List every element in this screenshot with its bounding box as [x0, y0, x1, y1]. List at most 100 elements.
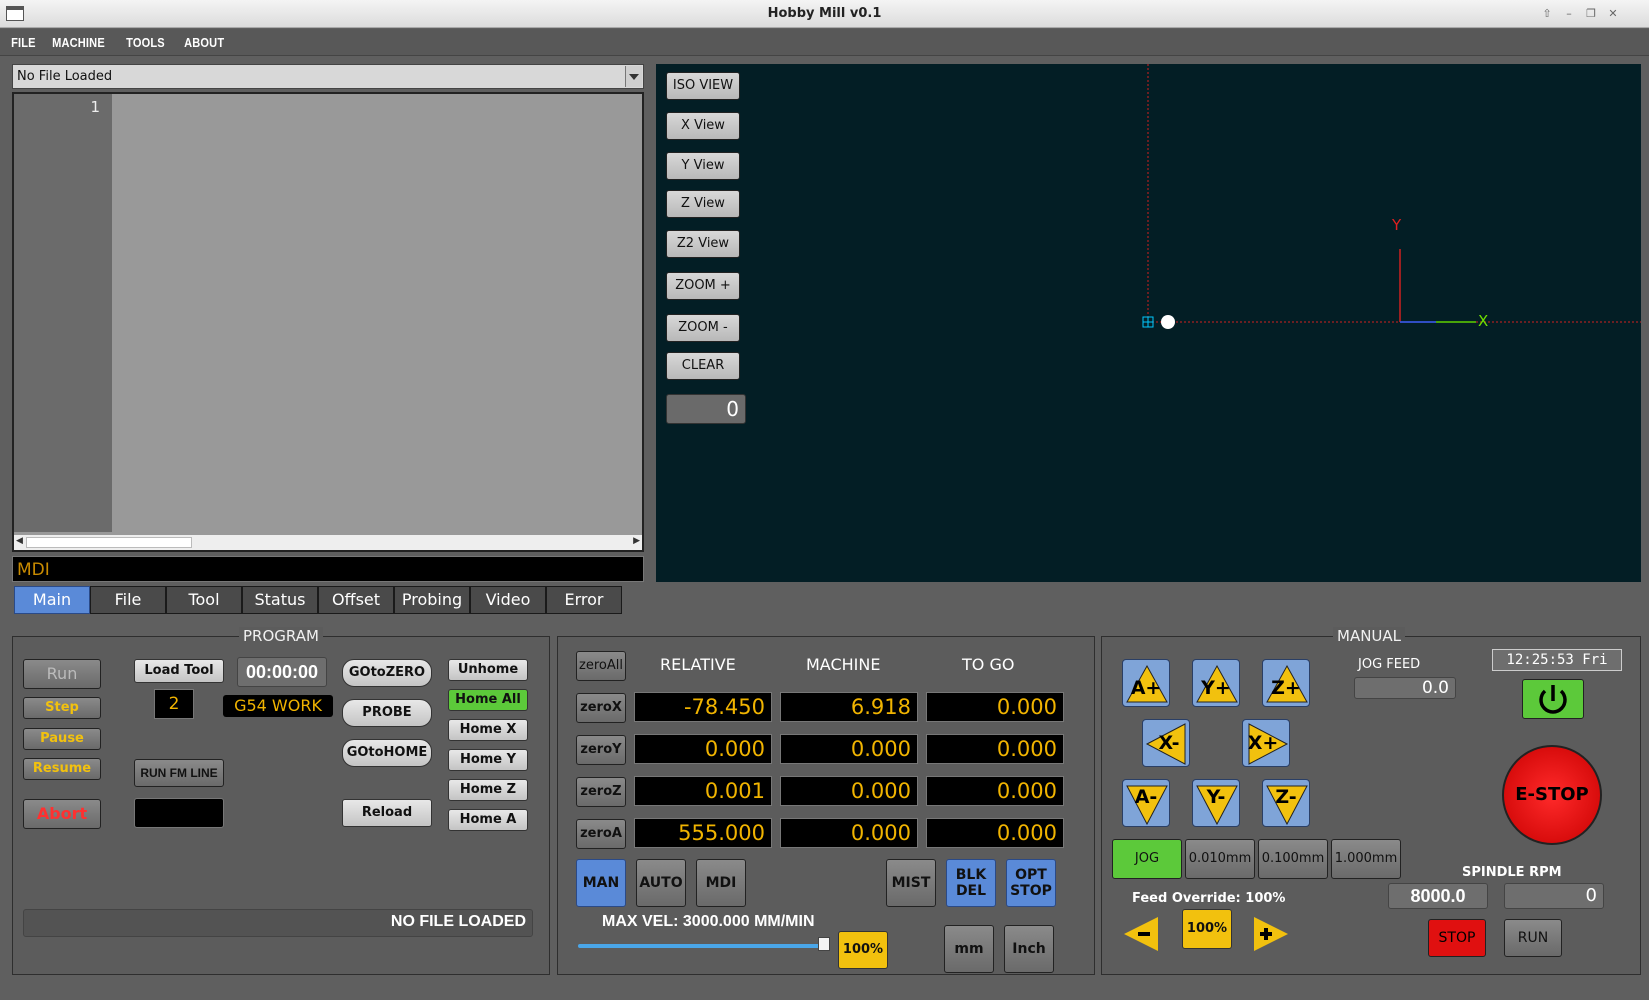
jog-y-plus-button[interactable]: Y+	[1192, 659, 1240, 707]
run-button[interactable]: Run	[23, 659, 101, 689]
block-delete-button[interactable]: BLK DEL	[946, 859, 996, 907]
chevron-down-icon[interactable]	[625, 66, 642, 87]
maximize-icon[interactable]: ❐	[1584, 7, 1598, 21]
home-x-button[interactable]: Home X	[448, 719, 528, 741]
dro-panel: zeroAll RELATIVE MACHINE TO GO zeroX -78…	[557, 636, 1095, 975]
jog-mode-button[interactable]: JOG	[1112, 839, 1182, 879]
increment-0010-button[interactable]: 0.010mm	[1185, 839, 1255, 879]
home-all-button[interactable]: Home All	[448, 689, 528, 711]
spindle-stop-button[interactable]: STOP	[1428, 919, 1486, 957]
abort-button[interactable]: Abort	[23, 799, 101, 829]
home-z-button[interactable]: Home Z	[448, 779, 528, 801]
scroll-right-icon[interactable]: ▶	[633, 536, 640, 546]
shade-icon[interactable]: ⇧	[1540, 7, 1554, 21]
feed-reset-button[interactable]: 100%	[1182, 909, 1232, 949]
scrollbar-thumb[interactable]	[26, 537, 192, 548]
togo-y: 0.000	[926, 734, 1064, 764]
jog-a-minus-label: A-	[1134, 786, 1158, 808]
goto-home-button[interactable]: GOtoHOME	[342, 739, 432, 767]
increment-1000-button[interactable]: 1.000mm	[1331, 839, 1401, 879]
zero-y-button[interactable]: zeroY	[576, 735, 626, 765]
inch-button[interactable]: Inch	[1004, 925, 1054, 973]
increment-0100-button[interactable]: 0.100mm	[1258, 839, 1328, 879]
power-icon	[1539, 685, 1567, 714]
load-tool-button[interactable]: Load Tool	[134, 659, 224, 683]
menu-file[interactable]: FILE	[6, 29, 41, 50]
mdi-input[interactable]: MDI	[12, 556, 644, 582]
jog-z-plus-button[interactable]: Z+	[1262, 659, 1310, 707]
tab-probing[interactable]: Probing	[394, 586, 470, 614]
machine-z: 0.000	[780, 776, 918, 806]
max-velocity-label: MAX VEL: 3000.000 MM/MIN	[602, 913, 815, 930]
to-go-header: TO GO	[962, 655, 1015, 674]
program-status: NO FILE LOADED	[23, 909, 533, 937]
mode-mdi-button[interactable]: MDI	[696, 859, 746, 907]
togo-x: 0.000	[926, 692, 1064, 722]
program-panel: PROGRAM Run Step Pause Resume Abort Load…	[12, 627, 550, 975]
zero-all-button[interactable]: zeroAll	[576, 651, 626, 681]
minimize-icon[interactable]: –	[1562, 7, 1576, 21]
goto-zero-button[interactable]: GOtoZERO	[342, 659, 432, 687]
jog-x-minus-label: X-	[1158, 732, 1180, 754]
jog-a-plus-button[interactable]: A+	[1122, 659, 1170, 707]
mode-man-button[interactable]: MAN	[576, 859, 626, 907]
line-gutter: 1	[14, 94, 112, 532]
jog-x-plus-button[interactable]: X+	[1242, 719, 1290, 767]
mist-button[interactable]: MIST	[886, 859, 936, 907]
run-from-line-button[interactable]: RUN FM LINE	[134, 759, 224, 787]
jog-x-minus-button[interactable]: X-	[1142, 719, 1190, 767]
mode-auto-button[interactable]: AUTO	[636, 859, 686, 907]
optional-stop-button[interactable]: OPT STOP	[1006, 859, 1056, 907]
zero-z-button[interactable]: zeroZ	[576, 777, 626, 807]
tab-file[interactable]: File	[90, 586, 166, 614]
stop-label: STOP	[1010, 883, 1052, 899]
home-y-button[interactable]: Home Y	[448, 749, 528, 771]
spindle-set-rpm[interactable]: 8000.0	[1388, 883, 1488, 909]
tool-number: 2	[154, 689, 194, 719]
gcode-editor[interactable]: 1 ◀ ▶	[12, 92, 644, 552]
menu-tools[interactable]: TOOLS	[121, 29, 170, 50]
toolpath-view[interactable]: ISO VIEW X View Y View Z View Z2 View ZO…	[656, 64, 1641, 582]
close-icon[interactable]: ✕	[1606, 7, 1620, 21]
zero-a-button[interactable]: zeroA	[576, 819, 626, 849]
estop-button[interactable]: E-STOP	[1502, 745, 1602, 845]
jog-z-minus-label: Z-	[1275, 786, 1297, 808]
machine-x: 6.918	[780, 692, 918, 722]
mm-button[interactable]: mm	[944, 925, 994, 973]
probe-button[interactable]: PROBE	[342, 699, 432, 727]
jog-z-minus-button[interactable]: Z-	[1262, 779, 1310, 827]
feed-increase-button[interactable]	[1252, 915, 1290, 953]
relative-z: 0.001	[634, 776, 772, 806]
home-a-button[interactable]: Home A	[448, 809, 528, 831]
jog-y-minus-button[interactable]: Y-	[1192, 779, 1240, 827]
zero-x-button[interactable]: zeroX	[576, 693, 626, 723]
slider-handle[interactable]	[818, 937, 830, 951]
max-velocity-reset-button[interactable]: 100%	[838, 931, 888, 969]
machine-power-button[interactable]	[1522, 679, 1584, 719]
tab-main[interactable]: Main	[14, 586, 90, 614]
tab-tool[interactable]: Tool	[166, 586, 242, 614]
scroll-left-icon[interactable]: ◀	[16, 536, 23, 546]
del-label: DEL	[955, 883, 987, 899]
spindle-run-button[interactable]: RUN	[1504, 919, 1562, 957]
tab-error[interactable]: Error	[546, 586, 622, 614]
tab-video[interactable]: Video	[470, 586, 546, 614]
manual-title: MANUAL	[1333, 627, 1406, 645]
file-select[interactable]: No File Loaded	[12, 64, 644, 89]
run-from-line-input[interactable]	[134, 798, 224, 828]
unhome-button[interactable]: Unhome	[448, 659, 528, 681]
spindle-actual-rpm: 0	[1504, 883, 1604, 909]
step-button[interactable]: Step	[23, 697, 101, 719]
menu-about[interactable]: ABOUT	[179, 29, 229, 50]
tab-status[interactable]: Status	[242, 586, 318, 614]
tab-offset[interactable]: Offset	[318, 586, 394, 614]
jog-x-plus-label: X+	[1247, 732, 1279, 754]
pause-button[interactable]: Pause	[23, 728, 101, 750]
menu-machine[interactable]: MACHINE	[47, 29, 110, 50]
resume-button[interactable]: Resume	[23, 758, 101, 780]
jog-a-minus-button[interactable]: A-	[1122, 779, 1170, 827]
horizontal-scrollbar[interactable]: ◀ ▶	[14, 534, 642, 550]
feed-decrease-button[interactable]	[1122, 915, 1160, 953]
max-velocity-slider[interactable]	[578, 944, 830, 948]
reload-button[interactable]: Reload	[342, 799, 432, 827]
